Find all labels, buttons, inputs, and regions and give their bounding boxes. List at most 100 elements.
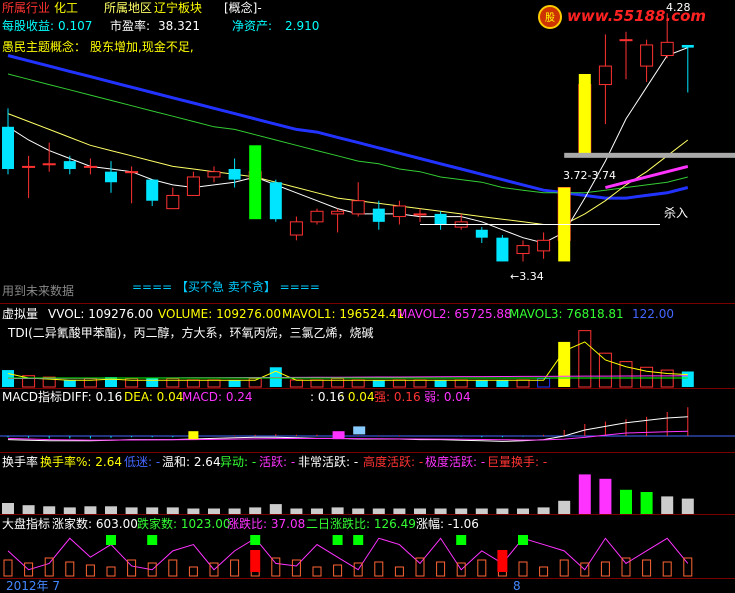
market-up-ratio: 涨跌比: 37.08 [227, 517, 306, 531]
market-bar [85, 564, 95, 577]
market-bar [3, 559, 13, 577]
turnover-mild: 温和: 2.64 [162, 455, 221, 469]
volume-bar [434, 379, 447, 387]
candle-body [516, 245, 530, 255]
market-bar [374, 561, 384, 577]
turnover-bar [43, 506, 56, 514]
market-up-marker [250, 535, 261, 545]
high-price-label: 4.28 [666, 1, 691, 14]
volume-bar [578, 330, 592, 388]
candle-body [2, 126, 14, 170]
stock-chart [0, 13, 735, 577]
candle-body [269, 182, 282, 220]
panel-separator [0, 514, 735, 515]
candle-body [640, 44, 654, 67]
volume-concept: TDI(二异氰酸甲苯酯)，丙二醇，方大系，环氧丙烷，三氯乙烯，烧碱 [8, 326, 374, 340]
candle-body [434, 213, 447, 225]
candle-body [289, 221, 303, 236]
low-price-label: ←3.34 [510, 270, 544, 283]
turnover-bar [681, 498, 694, 514]
market-bar [477, 559, 487, 577]
volume-bar [372, 379, 385, 387]
candle-body [22, 165, 36, 168]
support-zone-bar [564, 152, 735, 158]
market-bar [106, 566, 116, 577]
volume-bar [496, 379, 509, 387]
candle-body [351, 200, 365, 215]
volume-bar [413, 379, 427, 388]
magenta-trend-line [605, 164, 689, 189]
turnover-bar [125, 507, 138, 514]
volume-bar [310, 379, 324, 388]
candle-body [475, 229, 488, 238]
market-bar [65, 561, 75, 577]
market-bar [518, 561, 528, 577]
volume-bar [598, 352, 612, 388]
turnover-bar [84, 506, 97, 514]
market-up-marker [353, 535, 364, 545]
candle-body [413, 213, 427, 216]
market-title: 大盘指标 [2, 517, 51, 531]
market-change: 涨幅: -1.06 [416, 517, 479, 531]
market-bar [436, 561, 446, 577]
candle-body [83, 165, 97, 168]
volume-title: 虚拟量 [2, 307, 39, 321]
turnover-bar [146, 507, 159, 514]
candle-body [598, 65, 612, 86]
candle-body [228, 169, 241, 180]
macd-value: MACD: 0.24 [182, 390, 253, 404]
turnover-bar [269, 504, 282, 514]
volume-bar [351, 379, 365, 388]
candle-body [186, 176, 200, 196]
volume-bar [289, 379, 303, 388]
market-bar [333, 564, 343, 577]
panel-separator [0, 452, 735, 453]
xaxis-mid-label: 8 [513, 579, 521, 593]
volume-bar [392, 379, 406, 388]
market-bar [168, 559, 178, 577]
candle-body [207, 171, 221, 178]
market-down-count: 跌家数: 1023.00 [137, 517, 231, 531]
turnover-bar [620, 489, 632, 514]
turnover-active: 活跃: - [259, 455, 296, 469]
signal-bar-yellow [578, 74, 591, 156]
market-bar [600, 561, 610, 577]
candle-body [660, 41, 674, 57]
volume-bar [475, 379, 488, 387]
market-two-day-ratio: 二日涨跌比: 126.49 [306, 517, 416, 531]
market-down-marker [497, 550, 508, 572]
turnover-bar [537, 507, 550, 514]
candle-body [537, 239, 551, 252]
volume-bar [186, 379, 200, 388]
macd-dea: DEA: 0.04 [124, 390, 184, 404]
mavol3-value: MAVOL3: 76818.81 [509, 307, 624, 321]
market-up-marker [518, 535, 528, 545]
market-bar [539, 566, 549, 577]
turnover-bar [558, 500, 571, 514]
signal-bar-green [249, 145, 262, 220]
macd-signal-marker [188, 431, 199, 440]
turnover-bar [22, 505, 35, 514]
market-bar [559, 559, 569, 577]
market-bar [642, 559, 652, 577]
volume-bar [228, 379, 241, 387]
candle-body [125, 171, 139, 174]
turnover-bar [249, 507, 262, 514]
panel-separator [0, 388, 735, 389]
candle-body [166, 194, 180, 210]
market-bar [312, 566, 322, 577]
macd-title: MACD指标 [2, 390, 62, 404]
candle-body [105, 171, 117, 183]
turnover-rate: 换手率%: 2.64 [40, 455, 122, 469]
macd-weak: 弱: 0.04 [424, 390, 471, 404]
turnover-bar [63, 507, 76, 514]
volume-bar [681, 371, 694, 387]
macd-diff: DIFF: 0.16 [62, 390, 123, 404]
xaxis-left-label: 2012年 7 [6, 579, 60, 593]
turnover-bar [640, 492, 653, 514]
future-data-label: 用到未来数据 [2, 284, 75, 298]
market-up-count: 涨家数: 603.00 [52, 517, 138, 531]
candle-body [372, 208, 385, 222]
turnover-very-active: 非常活跃: - [298, 455, 359, 469]
turnover-abnormal: 异动: - [220, 455, 257, 469]
